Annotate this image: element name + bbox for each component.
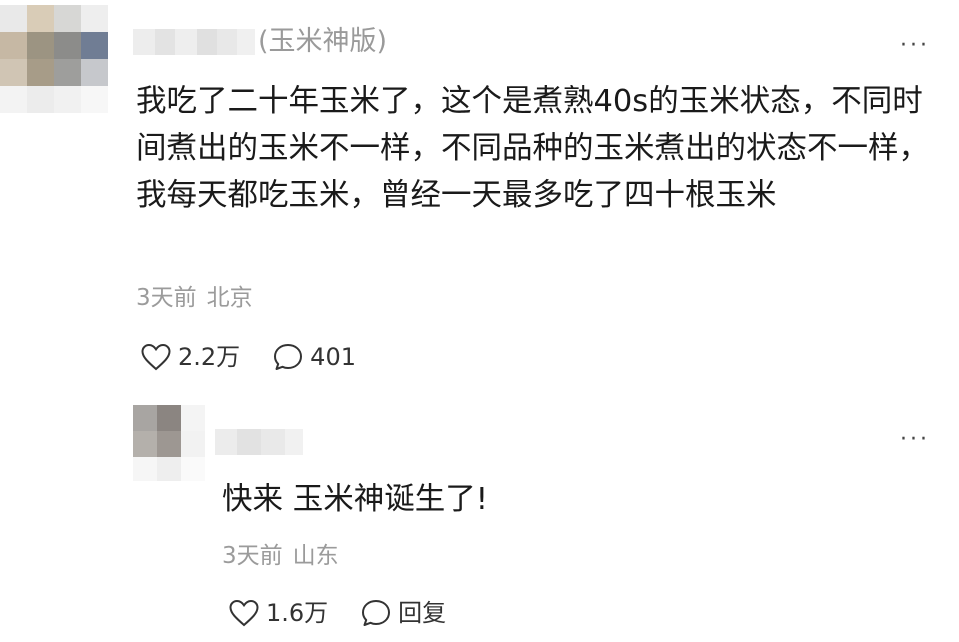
heart-icon bbox=[141, 343, 171, 371]
reply-time: 3天前 bbox=[222, 543, 283, 569]
username[interactable] bbox=[133, 29, 255, 55]
reply-meta: 3天前 山东 bbox=[222, 541, 339, 571]
reply-label: 回复 bbox=[398, 599, 447, 627]
comment-location: 北京 bbox=[206, 285, 253, 311]
reply-actions: 1.6万 回复 bbox=[228, 598, 446, 628]
user-tag: (玉米神版) bbox=[258, 26, 388, 57]
speech-bubble-icon bbox=[274, 344, 303, 370]
avatar[interactable] bbox=[133, 405, 205, 481]
reply-location: 山东 bbox=[292, 543, 339, 569]
comment-count: 401 bbox=[310, 343, 356, 371]
speech-bubble-icon bbox=[362, 600, 391, 626]
comment-text: 我吃了二十年玉米了，这个是煮熟40s的玉米状态，不同时间煮出的玉米不一样，不同品… bbox=[136, 84, 929, 213]
like-button[interactable]: 1.6万 bbox=[228, 598, 328, 628]
comment-meta: 3天前 北京 bbox=[136, 283, 253, 313]
reply-text: 快来 玉米神诞生了! bbox=[222, 482, 488, 517]
reply-button[interactable]: 回复 bbox=[360, 598, 446, 628]
username[interactable] bbox=[215, 429, 303, 455]
avatar[interactable] bbox=[0, 5, 108, 113]
more-dots-icon[interactable]: ··· bbox=[900, 429, 930, 451]
like-count: 2.2万 bbox=[178, 343, 241, 371]
comment-time: 3天前 bbox=[136, 285, 197, 311]
like-button[interactable]: 2.2万 bbox=[140, 342, 240, 372]
like-count: 1.6万 bbox=[266, 599, 329, 627]
heart-icon bbox=[229, 599, 259, 627]
comment-actions: 2.2万 401 bbox=[140, 342, 356, 372]
comment-button[interactable]: 401 bbox=[272, 342, 356, 372]
more-dots-icon[interactable]: ··· bbox=[900, 35, 930, 57]
